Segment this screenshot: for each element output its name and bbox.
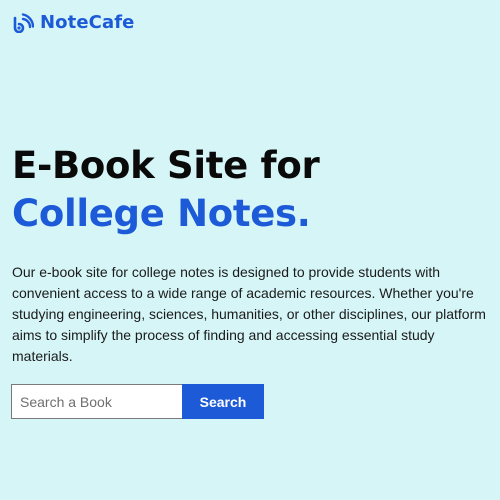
hero-title-line1: E-Book Site for [12,144,320,187]
hero-title-highlight: College Notes. [12,192,311,235]
hero-description: Our e-book site for college notes is des… [12,264,486,364]
page: NoteCafe E-Book Site for College Notes. … [0,0,500,500]
search-button[interactable]: Search [182,384,264,419]
brand-name: NoteCafe [40,12,135,33]
search-input[interactable] [11,384,182,419]
search-form: Search [11,384,264,419]
hero-title: E-Book Site for College Notes. [12,142,488,238]
hero-section: E-Book Site for College Notes. Our e-boo… [12,142,488,367]
rss-feed-icon [12,12,34,33]
brand-logo-link[interactable]: NoteCafe [12,12,134,33]
